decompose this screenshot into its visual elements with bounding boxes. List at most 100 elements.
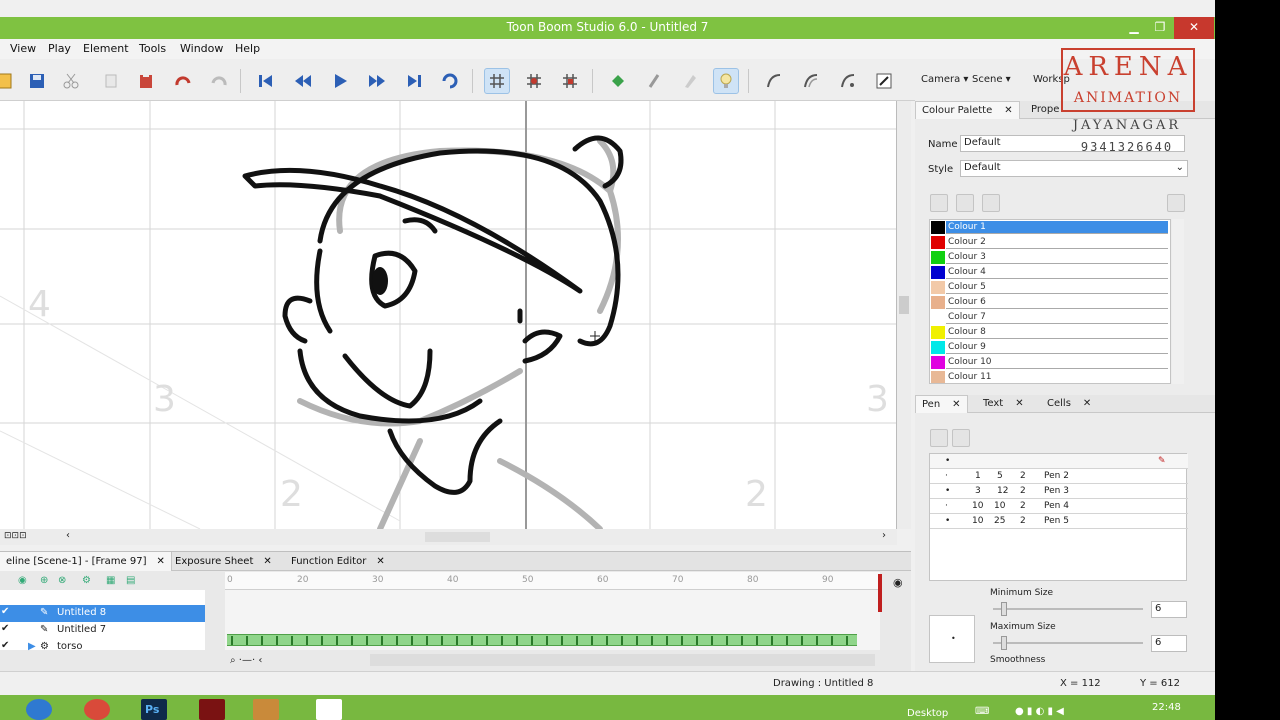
undo-button[interactable] bbox=[170, 68, 196, 94]
keyframe-tick[interactable] bbox=[426, 636, 428, 645]
onion-skin-icon[interactable]: ▦ bbox=[106, 575, 115, 586]
light-bulb-button[interactable] bbox=[713, 68, 739, 94]
colour-row[interactable]: Colour 3 bbox=[930, 250, 1170, 265]
timeline-horizontal-scrollbar[interactable] bbox=[370, 654, 875, 666]
close-tab-icon[interactable]: ✕ bbox=[263, 556, 271, 567]
keyframe-tick[interactable] bbox=[621, 636, 623, 645]
eraser-button[interactable] bbox=[677, 68, 703, 94]
keyframe-tick[interactable] bbox=[261, 636, 263, 645]
zoom-controls-icon[interactable]: ⊡⊡⊡ bbox=[4, 531, 27, 541]
desktop-toolbar-label[interactable]: Desktop bbox=[907, 708, 948, 719]
menu-window[interactable]: Window bbox=[180, 42, 223, 55]
keyframe-tick[interactable] bbox=[831, 636, 833, 645]
timeline-zoom-icon[interactable]: ⌕ ·—· ‹ bbox=[230, 655, 262, 666]
close-tab-icon[interactable]: ✕ bbox=[1015, 398, 1023, 409]
keyframe-tick[interactable] bbox=[516, 636, 518, 645]
tab-cells[interactable]: Cells ✕ bbox=[1041, 395, 1097, 413]
canvas-horizontal-scrollbar[interactable]: ⊡⊡⊡ ‹ › bbox=[0, 529, 897, 545]
new-file-button[interactable] bbox=[0, 68, 18, 94]
keyframe-tick[interactable] bbox=[246, 636, 248, 645]
palette-menu-button[interactable] bbox=[1167, 194, 1185, 212]
add-drawing-icon[interactable]: ⊕ bbox=[40, 575, 48, 586]
keyframe-tick[interactable] bbox=[756, 636, 758, 645]
drawing-canvas[interactable]: 4 3 3 2 2 bbox=[0, 101, 897, 529]
tab-timeline[interactable]: eline [Scene-1] - [Frame 97] ✕ bbox=[0, 552, 172, 571]
explorer-icon[interactable] bbox=[316, 699, 342, 720]
maximum-size-slider[interactable] bbox=[993, 636, 1143, 650]
keyframe-tick[interactable] bbox=[696, 636, 698, 645]
first-frame-button[interactable] bbox=[253, 68, 279, 94]
keyframe-tick[interactable] bbox=[291, 636, 293, 645]
close-tab-icon[interactable]: ✕ bbox=[376, 556, 384, 567]
colour-row[interactable]: Colour 1 bbox=[930, 220, 1170, 235]
layer-row[interactable]: ✔ ▶ ⚙ torso bbox=[0, 639, 205, 656]
expand-arrow-icon[interactable]: ▶ bbox=[28, 641, 36, 652]
keyframe-tick[interactable] bbox=[321, 636, 323, 645]
onion-skin-button[interactable] bbox=[521, 68, 547, 94]
smooth-tool-button[interactable] bbox=[835, 68, 861, 94]
colour-row[interactable]: Colour 11 bbox=[930, 370, 1170, 383]
playhead[interactable] bbox=[878, 574, 882, 612]
keyframe-tick[interactable] bbox=[816, 636, 818, 645]
keyframe-tick[interactable] bbox=[666, 636, 668, 645]
toon-boom-taskbar-icon[interactable] bbox=[253, 699, 279, 720]
keyframe-tick[interactable] bbox=[801, 636, 803, 645]
keyframe-tick[interactable] bbox=[651, 636, 653, 645]
pencil-tool-button[interactable] bbox=[761, 68, 787, 94]
paint-button[interactable] bbox=[605, 68, 631, 94]
light-table-button[interactable] bbox=[557, 68, 583, 94]
flash-icon[interactable] bbox=[199, 699, 225, 720]
keyframe-tick[interactable] bbox=[336, 636, 338, 645]
play-button[interactable] bbox=[327, 68, 353, 94]
table-row[interactable]: • 10 25 2 Pen 5 bbox=[930, 514, 1188, 529]
add-layer-icon[interactable]: ◉ bbox=[18, 575, 27, 586]
previous-frame-button[interactable] bbox=[290, 68, 316, 94]
keyframe-tick[interactable] bbox=[531, 636, 533, 645]
keyframe-tick[interactable] bbox=[726, 636, 728, 645]
keyframe-tick[interactable] bbox=[411, 636, 413, 645]
add-colour-button[interactable] bbox=[956, 194, 974, 212]
photoshop-icon[interactable]: Ps bbox=[141, 699, 167, 720]
table-row[interactable]: · 10 10 2 Pen 4 bbox=[930, 499, 1188, 514]
contour-tool-button[interactable] bbox=[798, 68, 824, 94]
colour-row[interactable]: Colour 10 bbox=[930, 355, 1170, 370]
tab-function-editor[interactable]: Function Editor ✕ bbox=[285, 552, 391, 571]
minimum-size-slider[interactable] bbox=[993, 602, 1143, 616]
keyframe-tick[interactable] bbox=[471, 636, 473, 645]
menu-play[interactable]: Play bbox=[48, 42, 71, 55]
scene-dropdown[interactable]: Scene ▾ bbox=[972, 74, 1011, 85]
keyframe-tick[interactable] bbox=[636, 636, 638, 645]
keyframe-tick[interactable] bbox=[846, 636, 848, 645]
last-frame-button[interactable] bbox=[401, 68, 427, 94]
keyframe-tick[interactable] bbox=[606, 636, 608, 645]
palette-options-button[interactable] bbox=[930, 194, 948, 212]
brush-button[interactable] bbox=[641, 68, 667, 94]
save-button[interactable] bbox=[24, 68, 50, 94]
close-tab-icon[interactable]: ✕ bbox=[1004, 105, 1012, 116]
keyframe-tick[interactable] bbox=[366, 636, 368, 645]
layer-row[interactable]: ✔ ✎ Untitled 7 bbox=[0, 622, 205, 639]
maximize-button[interactable]: ❐ bbox=[1146, 17, 1174, 39]
keyboard-icon[interactable]: ⌨ bbox=[975, 706, 989, 717]
keyframe-tick[interactable] bbox=[441, 636, 443, 645]
tab-text[interactable]: Text ✕ bbox=[977, 395, 1030, 413]
palette-style-select[interactable]: Default ⌄ bbox=[960, 160, 1188, 177]
menu-help[interactable]: Help bbox=[235, 42, 260, 55]
keyframe-tick[interactable] bbox=[306, 636, 308, 645]
colour-row[interactable]: Colour 8 bbox=[930, 325, 1170, 340]
close-tab-icon[interactable]: ✕ bbox=[156, 556, 164, 567]
scroll-left-icon[interactable]: ‹ bbox=[66, 530, 70, 541]
colour-row[interactable]: Colour 5 bbox=[930, 280, 1170, 295]
slider-handle[interactable] bbox=[1001, 602, 1007, 616]
close-tab-icon[interactable]: ✕ bbox=[1083, 398, 1091, 409]
scroll-right-icon[interactable]: › bbox=[882, 530, 886, 541]
canvas-vertical-scrollbar[interactable] bbox=[897, 101, 911, 529]
keyframe-tick[interactable] bbox=[771, 636, 773, 645]
minimum-size-field[interactable]: 6 bbox=[1151, 601, 1187, 618]
loop-button[interactable] bbox=[437, 68, 463, 94]
layer-order-icon[interactable]: ▤ bbox=[126, 575, 135, 586]
torso-exposure-track[interactable] bbox=[227, 634, 857, 646]
keyframe-tick[interactable] bbox=[276, 636, 278, 645]
ie-icon[interactable] bbox=[26, 699, 52, 720]
keyframe-tick[interactable] bbox=[381, 636, 383, 645]
